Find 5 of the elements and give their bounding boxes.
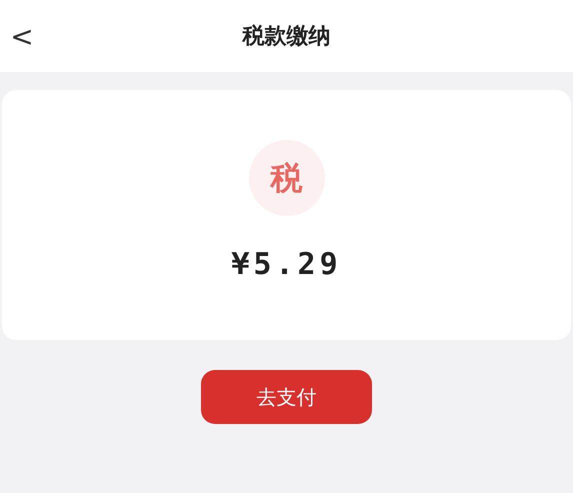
page-title: 税款缴纳 <box>242 22 330 50</box>
back-button[interactable]: < <box>10 22 34 52</box>
amount-text: ¥5.29 <box>231 246 342 284</box>
pay-button[interactable]: 去支付 <box>201 370 372 424</box>
tax-badge-icon: 税 <box>248 140 324 216</box>
